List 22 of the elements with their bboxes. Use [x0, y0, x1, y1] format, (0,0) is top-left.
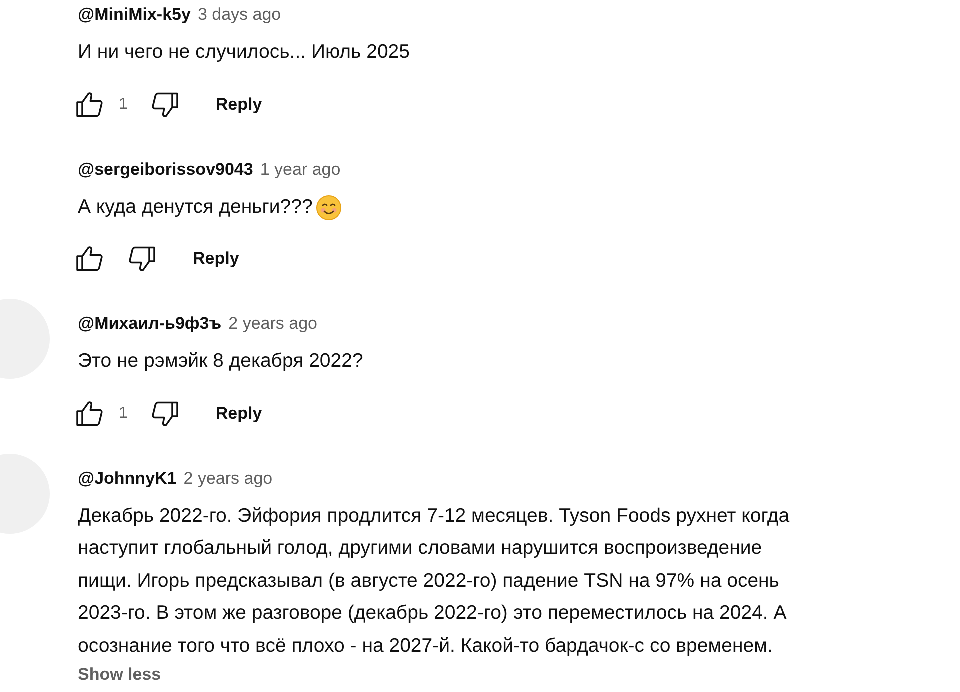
comment-text: Декабрь 2022-го. Эйфория продлится 7-12 месяцев. Tyson Foods рухнет когда наступит глобальный голод, другими словами нарушится воспроизведение пищи. Игорь предсказывал (в августе 2022-го) падение TSN на 97% на осень 2023-го. В этом же разговоре (декабрь 2022-го) это переместилось на 2024. А осознание того что всё плохо - на 2027-й. Какой-то бардачок-с со временем. — [78, 504, 790, 658]
reply-button[interactable]: Reply — [200, 396, 278, 432]
author-name[interactable]: @MiniMix-k5y — [78, 2, 191, 28]
reply-button[interactable]: Reply — [177, 241, 256, 277]
comment-text: И ни чего не случилось... Июль 2025 — [78, 40, 410, 65]
author-name[interactable]: @JohnnyK1 — [78, 466, 177, 492]
comment-time[interactable]: 1 year ago — [260, 156, 341, 182]
thumbs-up-icon[interactable] — [75, 90, 105, 120]
thumbs-up-icon[interactable] — [75, 244, 105, 274]
comment-time[interactable]: 2 years ago — [184, 466, 273, 492]
author-name[interactable]: @sergeiborissov9043 — [78, 156, 254, 182]
comment-time[interactable]: 2 years ago — [228, 311, 318, 337]
thumbs-up-icon[interactable] — [75, 398, 105, 428]
comment-text: Это не рэмэйк 8 декабря 2022? — [78, 349, 364, 374]
comment-text: А куда денутся деньги??? — [78, 194, 313, 220]
reply-button[interactable]: Reply — [200, 86, 278, 122]
show-less-link[interactable]: Show less — [78, 665, 790, 685]
author-name[interactable]: @Михаил-ь9ф3ъ — [78, 311, 222, 337]
comment-time[interactable]: 3 days ago — [198, 2, 282, 28]
like-count: 1 — [119, 404, 128, 424]
thumbs-down-icon[interactable] — [127, 244, 157, 274]
like-count: 1 — [119, 94, 128, 114]
